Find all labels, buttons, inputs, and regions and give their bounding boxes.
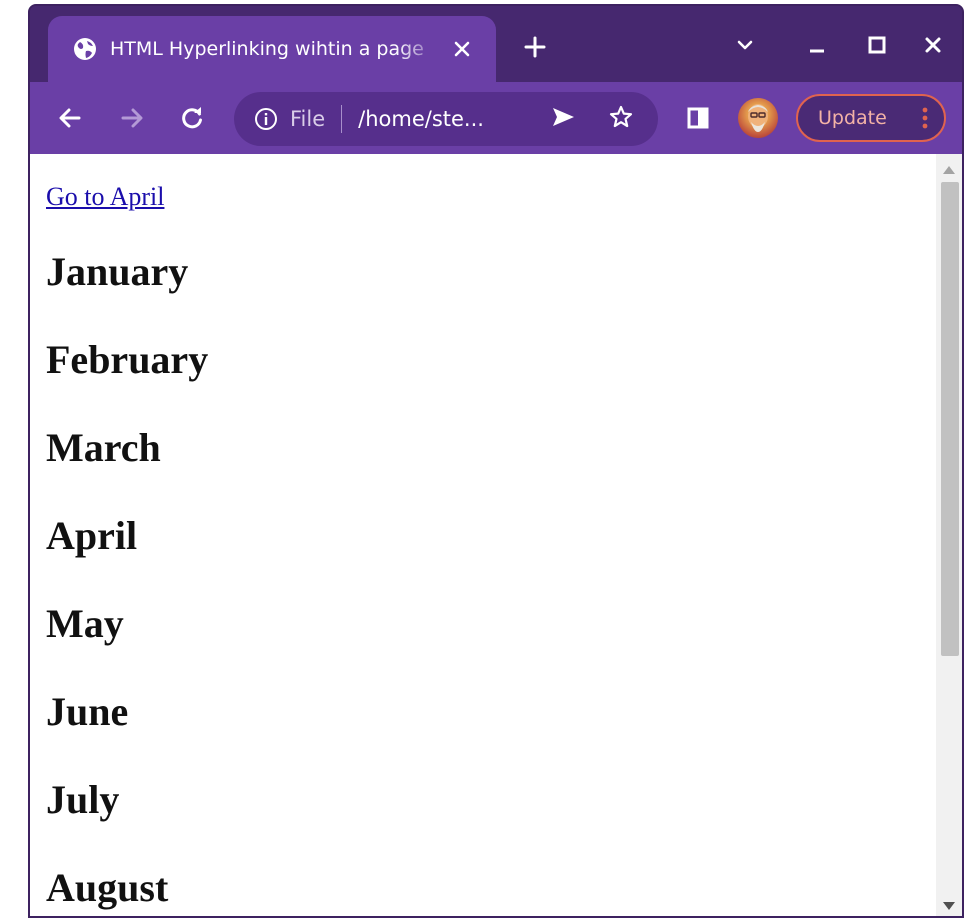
month-headings: January February March April May June Ju… bbox=[46, 228, 922, 916]
side-panel-icon[interactable] bbox=[680, 100, 716, 136]
maximize-icon[interactable] bbox=[860, 28, 894, 62]
heading-july: July bbox=[46, 777, 120, 822]
chevron-down-icon[interactable] bbox=[728, 28, 762, 62]
avatar[interactable] bbox=[738, 98, 778, 138]
close-icon[interactable] bbox=[448, 35, 476, 63]
scrollbar-thumb[interactable] bbox=[941, 182, 959, 656]
info-icon[interactable] bbox=[254, 107, 278, 131]
minimize-icon[interactable] bbox=[800, 28, 834, 62]
update-button[interactable]: Update bbox=[796, 94, 946, 142]
toolbar: File /home/ste... Update bbox=[30, 82, 962, 154]
heading-june: June bbox=[46, 689, 129, 734]
address-bar[interactable]: File /home/ste... bbox=[234, 92, 658, 146]
scroll-down-icon[interactable] bbox=[943, 902, 955, 910]
globe-icon bbox=[72, 36, 98, 62]
url-scheme-label: File bbox=[290, 107, 326, 131]
page-content: Go to April January February March April… bbox=[30, 154, 962, 916]
heading-may: May bbox=[46, 601, 124, 646]
star-icon[interactable] bbox=[604, 100, 638, 134]
page-body: Go to April January February March April… bbox=[46, 182, 922, 916]
close-icon[interactable] bbox=[916, 28, 950, 62]
heading-april: April bbox=[46, 513, 138, 558]
kebab-menu-icon[interactable] bbox=[920, 106, 930, 130]
heading-february: February bbox=[46, 337, 209, 382]
heading-august: August bbox=[46, 865, 169, 910]
omnibox-divider bbox=[341, 105, 343, 133]
go-to-april-link[interactable]: Go to April bbox=[46, 182, 164, 212]
arrow-left-icon[interactable] bbox=[52, 100, 88, 136]
plus-icon[interactable] bbox=[520, 32, 550, 62]
send-icon[interactable] bbox=[546, 100, 580, 134]
heading-march: March bbox=[46, 425, 161, 470]
url-text[interactable]: /home/ste... bbox=[358, 107, 484, 131]
tab-active[interactable]: HTML Hyperlinking wihtin a page bbox=[48, 16, 496, 82]
tab-strip: HTML Hyperlinking wihtin a page bbox=[30, 6, 962, 82]
tab-title: HTML Hyperlinking wihtin a page bbox=[110, 38, 424, 60]
arrow-right-icon[interactable] bbox=[114, 100, 150, 136]
heading-january: January bbox=[46, 249, 189, 294]
reload-icon[interactable] bbox=[174, 100, 210, 136]
update-label: Update bbox=[818, 107, 887, 129]
browser-window: HTML Hyperlinking wihtin a page File /ho… bbox=[28, 4, 964, 918]
scroll-up-icon[interactable] bbox=[943, 166, 955, 174]
vertical-scrollbar[interactable] bbox=[936, 154, 962, 916]
